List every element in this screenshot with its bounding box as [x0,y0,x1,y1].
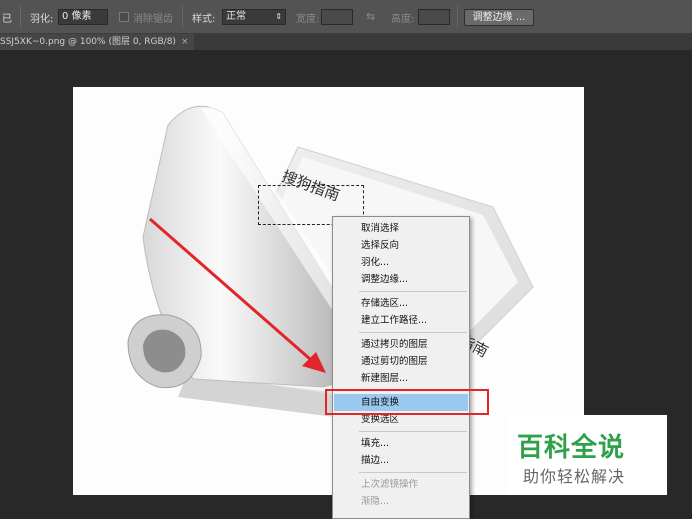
menu-item-last-filter: 上次滤镜操作 [361,479,419,490]
watermark-title: 百科全说 [517,433,626,463]
menu-item-save-selection[interactable]: 存储选区... [334,295,468,312]
menu-item-select-inverse[interactable]: 选择反向 [334,237,468,254]
context-menu: 取消选择 选择反向 羽化... 调整边缘... 存储选区... 建立工作路径..… [332,216,470,519]
menu-item-fill[interactable]: 填充... [334,435,468,452]
menu-item-make-work-path[interactable]: 建立工作路径... [334,312,468,329]
menu-item-layer-via-cut[interactable]: 通过剪切的图层 [334,353,468,370]
menu-separator [359,472,467,473]
menu-item-new-layer[interactable]: 新建图层... [334,370,468,387]
menu-item-deselect[interactable]: 取消选择 [334,220,468,237]
menu-separator [359,431,467,432]
menu-separator [359,332,467,333]
menu-item-stroke[interactable]: 描边... [334,452,468,469]
menu-item-layer-via-copy[interactable]: 通过拷贝的图层 [334,336,468,353]
menu-item-fade: 渐隐... [361,496,390,507]
menu-item-feather[interactable]: 羽化... [334,254,468,271]
highlight-box [325,389,489,415]
menu-item-refine-edge[interactable]: 调整边缘... [334,271,468,288]
watermark-subtitle: 助你轻松解决 [523,467,626,486]
watermark: 百科全说 助你轻松解决 [509,415,667,495]
menu-separator [359,291,467,292]
